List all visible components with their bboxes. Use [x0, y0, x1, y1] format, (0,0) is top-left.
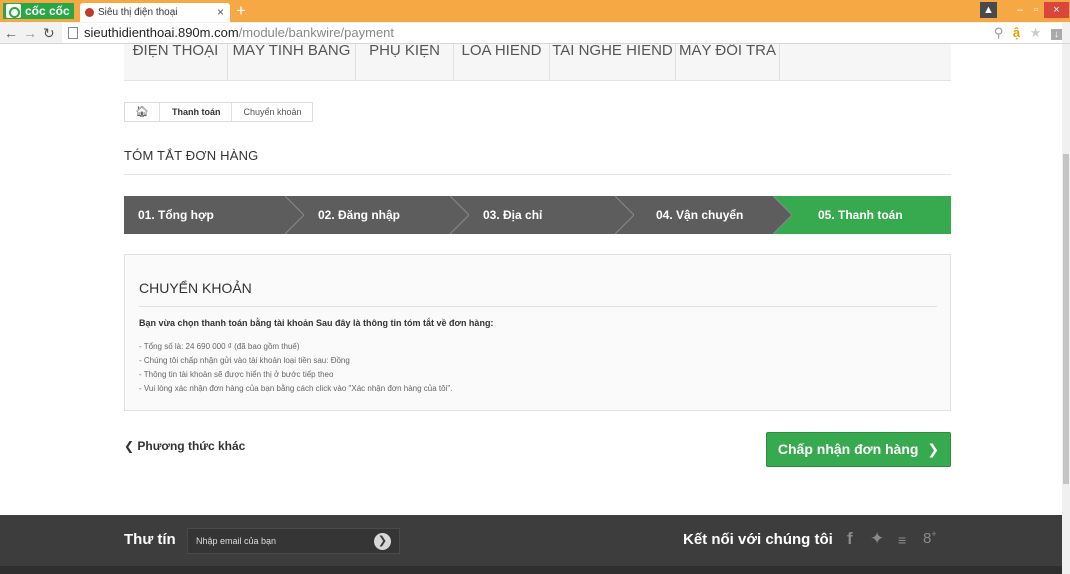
- new-tab-button[interactable]: +: [236, 1, 246, 21]
- panel-lead-text: Bạn vừa chọn thanh toán bằng tài khoản S…: [139, 318, 494, 328]
- forward-arrow-icon[interactable]: →: [23, 24, 37, 42]
- page-icon: [68, 27, 78, 39]
- step-label: 05. Thanh toán: [818, 208, 903, 222]
- nav-item-phu-kien[interactable]: PHỤ KIỆN: [356, 44, 454, 80]
- facebook-icon[interactable]: f: [847, 529, 853, 549]
- tab-close-icon[interactable]: ×: [217, 3, 224, 22]
- nav-item-may-tinh-bang[interactable]: MÁY TÍNH BẢNG: [228, 44, 356, 80]
- divider: [124, 174, 951, 175]
- step-dang-nhap[interactable]: 02. Đăng nhập: [304, 196, 470, 234]
- step-chevron-icon: [773, 196, 793, 234]
- zoom-icon[interactable]: ⚲: [994, 25, 1004, 40]
- other-payment-methods-link[interactable]: ❮ Phương thức khác: [124, 439, 245, 453]
- reload-icon[interactable]: ↻: [43, 24, 55, 42]
- address-bar[interactable]: sieuthidienthoai.890m.com/module/bankwir…: [62, 23, 1062, 43]
- nav-item-dien-thoai[interactable]: ĐIỆN THOẠI: [124, 44, 228, 80]
- newsletter-submit-icon[interactable]: ❯: [374, 533, 391, 550]
- chevron-right-icon: ❯: [927, 441, 940, 457]
- step-label: 04. Vận chuyển: [656, 208, 744, 222]
- url-path: /module/bankwire/payment: [238, 25, 395, 40]
- detail-line-total: - Tổng số là: 24 690 000 ₫ (đã bao gồm t…: [139, 342, 300, 351]
- newsletter-email-input[interactable]: Nhập email của bạn: [187, 528, 400, 554]
- step-label: 02. Đăng nhập: [318, 208, 401, 222]
- divider: [139, 306, 937, 307]
- step-label: 03. Địa chỉ: [483, 208, 543, 222]
- browser-titlebar: cốc cốc Siêu thị điện thoại × + ▲ – ▫ ×: [0, 0, 1070, 22]
- detail-line-currency: - Chúng tôi chấp nhận gửi vào tài khoản …: [139, 356, 350, 365]
- scrollbar-thumb[interactable]: [1063, 154, 1069, 484]
- address-bar-icons: ⚲ ậ ★ ↓: [988, 24, 1062, 44]
- browser-brand[interactable]: cốc cốc: [3, 3, 74, 19]
- panel-title: CHUYỂN KHOẢN: [139, 280, 252, 296]
- step-chevron-icon: [450, 196, 470, 234]
- tab-title: Siêu thị điện thoại: [98, 7, 178, 18]
- step-tong-hop[interactable]: 01. Tổng hợp: [124, 196, 305, 234]
- detail-line-confirm: - Vui lòng xác nhận đơn hàng của bạn bằn…: [139, 384, 453, 393]
- breadcrumb-item-thanh-toan[interactable]: Thanh toán: [159, 103, 231, 121]
- detail-line-account-info: - Thông tin tài khoản sẽ được hiển thị ở…: [139, 370, 334, 379]
- step-chevron-icon: [285, 196, 305, 234]
- bookmark-star-icon[interactable]: ★: [1030, 25, 1042, 40]
- nav-item-may-doi-tra[interactable]: MÁY ĐỔI TRẢ: [676, 44, 780, 80]
- footer-bottom-bar: [0, 566, 1062, 574]
- maximize-button[interactable]: ▫: [1026, 2, 1046, 18]
- order-summary-title: TÓM TẮT ĐƠN HÀNG: [124, 148, 259, 163]
- panel-details: - Tổng số là: 24 690 000 ₫ (đã bao gồm t…: [139, 340, 452, 396]
- site-favicon-icon: [85, 8, 94, 17]
- step-dia-chi[interactable]: 03. Địa chỉ: [469, 196, 635, 234]
- back-arrow-icon[interactable]: ←: [4, 24, 18, 42]
- category-nav: ĐIỆN THOẠI MÁY TÍNH BẢNG PHỤ KIỆN LOA HI…: [124, 44, 951, 81]
- home-icon[interactable]: 🏠︎: [125, 103, 159, 121]
- nav-item-tai-nghe-hiend[interactable]: TAI NGHE HIEND: [550, 44, 676, 80]
- user-profile-icon[interactable]: ▲: [980, 2, 997, 18]
- page-scrollbar[interactable]: [1062, 44, 1070, 574]
- step-van-chuyen[interactable]: 04. Vận chuyển: [634, 196, 793, 234]
- footer: Thư tín Nhập email của bạn ❯ Kết nối với…: [0, 515, 1062, 566]
- nav-item-loa-hiend[interactable]: LOA HIEND: [454, 44, 550, 80]
- back-link-label: Phương thức khác: [137, 439, 246, 453]
- google-plus-icon[interactable]: 8+: [923, 529, 937, 547]
- url-host: sieuthidienthoai.890m.com: [84, 25, 239, 40]
- accept-button-label: Chấp nhận đơn hàng: [777, 441, 919, 457]
- breadcrumb: 🏠︎ Thanh toán Chuyển khoản: [124, 102, 313, 122]
- bankwire-panel: CHUYỂN KHOẢN Bạn vừa chọn thanh toán bằn…: [124, 254, 951, 411]
- chevron-left-icon: ❮: [124, 439, 135, 453]
- connect-label: Kết nối với chúng tôi: [683, 531, 833, 548]
- checkout-steps: 01. Tổng hợp 02. Đăng nhập 03. Địa chỉ 0…: [124, 196, 951, 234]
- newsletter-label: Thư tín: [124, 531, 176, 548]
- step-label: 01. Tổng hợp: [138, 208, 214, 222]
- coccoc-spelling-icon[interactable]: ậ: [1013, 25, 1020, 40]
- close-window-button[interactable]: ×: [1044, 2, 1069, 18]
- download-icon[interactable]: ↓: [1051, 29, 1062, 40]
- step-thanh-toan[interactable]: 05. Thanh toán: [792, 196, 951, 234]
- rss-icon[interactable]: ≡: [898, 532, 906, 548]
- twitter-icon[interactable]: ✦: [870, 529, 884, 549]
- browser-tab[interactable]: Siêu thị điện thoại ×: [80, 3, 230, 22]
- breadcrumb-item-chuyen-khoan: Chuyển khoản: [230, 103, 312, 121]
- browser-toolbar: ← → ↻ sieuthidienthoai.890m.com/module/b…: [0, 22, 1070, 44]
- browser-brand-label: cốc cốc: [25, 4, 70, 18]
- step-chevron-icon: [615, 196, 635, 234]
- accept-order-button[interactable]: Chấp nhận đơn hàng ❯: [766, 432, 951, 467]
- coccoc-logo-icon: [6, 4, 21, 18]
